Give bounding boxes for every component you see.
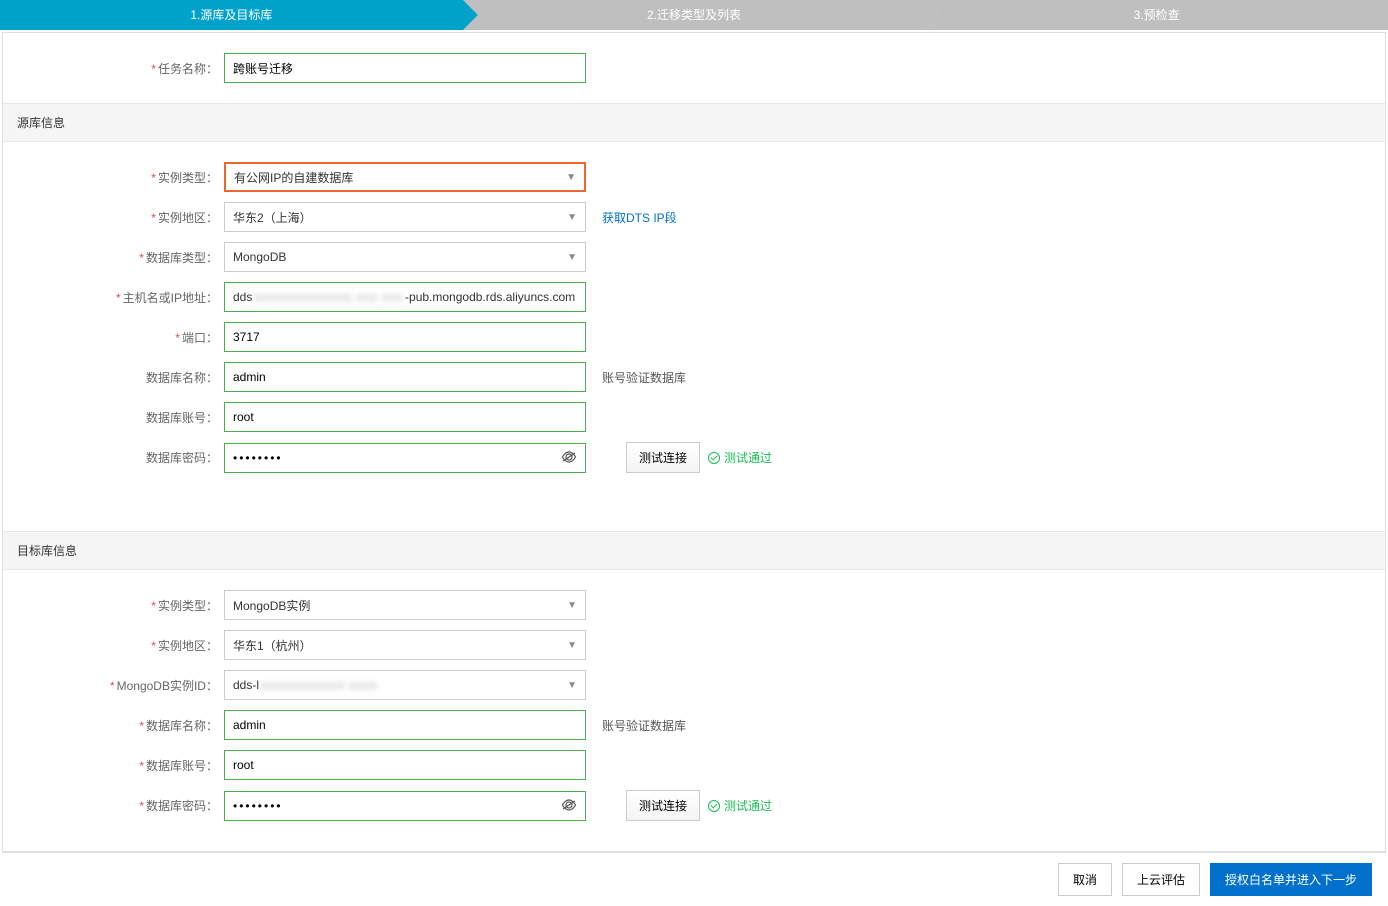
source-host-input[interactable]: dds xxxxxxxxxxxxxx xxx xxx -pub.mongodb.…: [233, 290, 575, 304]
task-name-input-wrap: [224, 53, 586, 83]
step-1-label: 1.源库及目标库: [190, 8, 272, 22]
cloud-assess-button[interactable]: 上云评估: [1122, 863, 1200, 896]
target-region-row: *实例地区： 华东1（杭州） ▼: [103, 630, 1385, 660]
target-account-input[interactable]: [233, 758, 577, 772]
source-db-type-row: *数据库类型： MongoDB ▼: [103, 242, 1385, 272]
source-port-label: *端口：: [103, 329, 218, 346]
source-body: *实例类型： 有公网IP的自建数据库 ▼ *实例地区： 华东2（上海） ▼ 获取…: [3, 142, 1385, 503]
source-account-row: 数据库账号：: [103, 402, 1385, 432]
source-region-row: *实例地区： 华东2（上海） ▼ 获取DTS IP段: [103, 202, 1385, 232]
target-instance-type-value: MongoDB实例: [233, 597, 310, 614]
check-circle-icon: [708, 800, 720, 812]
source-password-row: 数据库密码： 测试连接 测试通过: [103, 442, 1385, 473]
source-dbname-label: 数据库名称：: [103, 369, 218, 386]
target-instance-id-select[interactable]: dds-l xxxxxxxxxxxx xxxx ▼: [224, 670, 586, 700]
footer-bar: 取消 上云评估 授权白名单并进入下一步: [2, 852, 1386, 906]
next-step-button[interactable]: 授权白名单并进入下一步: [1210, 863, 1372, 896]
target-dbname-input[interactable]: [233, 718, 577, 732]
target-dbname-hint: 账号验证数据库: [602, 717, 686, 734]
target-instance-type-label: *实例类型：: [103, 597, 218, 614]
target-region-label: *实例地区：: [103, 637, 218, 654]
source-port-input-wrap: [224, 322, 586, 352]
step-2[interactable]: 2.迁移类型及列表: [463, 0, 926, 30]
source-account-input-wrap: [224, 402, 586, 432]
eye-icon[interactable]: [561, 798, 577, 814]
target-instance-type-select[interactable]: MongoDB实例 ▼: [224, 590, 586, 620]
target-instance-id-label: *MongoDB实例ID：: [103, 677, 218, 694]
source-password-input-wrap: [224, 443, 586, 473]
step-1[interactable]: 1.源库及目标库: [0, 0, 463, 30]
source-password-label: 数据库密码：: [103, 449, 218, 466]
source-dbname-row: 数据库名称： 账号验证数据库: [103, 362, 1385, 392]
get-dts-ip-link[interactable]: 获取DTS IP段: [602, 209, 677, 226]
source-dbname-hint: 账号验证数据库: [602, 369, 686, 386]
chevron-down-icon: ▼: [567, 640, 577, 651]
target-region-value: 华东1（杭州）: [233, 637, 312, 654]
target-password-label: *数据库密码：: [103, 797, 218, 814]
source-instance-type-value: 有公网IP的自建数据库: [234, 169, 353, 186]
source-dbname-input[interactable]: [233, 370, 577, 384]
chevron-down-icon: ▼: [567, 600, 577, 611]
source-account-input[interactable]: [233, 410, 577, 424]
target-instance-type-row: *实例类型： MongoDB实例 ▼: [103, 590, 1385, 620]
target-body: *实例类型： MongoDB实例 ▼ *实例地区： 华东1（杭州） ▼ *Mon…: [3, 570, 1385, 851]
source-region-value: 华东2（上海）: [233, 209, 312, 226]
step-3-label: 3.预检查: [1134, 8, 1180, 22]
chevron-down-icon: ▼: [567, 680, 577, 691]
target-password-input[interactable]: [233, 799, 561, 813]
source-db-type-value: MongoDB: [233, 250, 286, 264]
source-account-label: 数据库账号：: [103, 409, 218, 426]
target-instance-id-row: *MongoDB实例ID： dds-l xxxxxxxxxxxx xxxx ▼: [103, 670, 1385, 700]
task-name-row: *任务名称：: [3, 33, 1385, 103]
target-password-row: *数据库密码： 测试连接 测试通过: [103, 790, 1385, 821]
source-instance-type-select[interactable]: 有公网IP的自建数据库 ▼: [224, 162, 586, 192]
source-test-pass-badge: 测试通过: [708, 449, 772, 466]
cancel-button[interactable]: 取消: [1058, 863, 1112, 896]
chevron-down-icon: ▼: [567, 252, 577, 263]
chevron-down-icon: ▼: [566, 172, 576, 183]
section-spacer: [3, 503, 1385, 531]
source-host-input-wrap: dds xxxxxxxxxxxxxx xxx xxx -pub.mongodb.…: [224, 282, 586, 312]
target-dbname-row: *数据库名称： 账号验证数据库: [103, 710, 1385, 740]
target-dbname-input-wrap: [224, 710, 586, 740]
target-test-pass-badge: 测试通过: [708, 797, 772, 814]
eye-icon[interactable]: [561, 450, 577, 466]
source-password-input[interactable]: [233, 451, 561, 465]
source-port-input[interactable]: [233, 330, 577, 344]
task-name-input[interactable]: [233, 61, 577, 75]
source-instance-type-label: *实例类型：: [103, 169, 218, 186]
source-dbname-input-wrap: [224, 362, 586, 392]
target-password-input-wrap: [224, 791, 586, 821]
step-2-label: 2.迁移类型及列表: [647, 8, 741, 22]
source-instance-type-row: *实例类型： 有公网IP的自建数据库 ▼: [103, 162, 1385, 192]
source-region-label: *实例地区：: [103, 209, 218, 226]
step-bar: 1.源库及目标库 2.迁移类型及列表 3.预检查: [0, 0, 1388, 30]
source-host-row: *主机名或IP地址： dds xxxxxxxxxxxxxx xxx xxx -p…: [103, 282, 1385, 312]
target-instance-id-value: dds-l xxxxxxxxxxxx xxxx: [233, 678, 377, 692]
target-account-label: *数据库账号：: [103, 757, 218, 774]
target-dbname-label: *数据库名称：: [103, 717, 218, 734]
content-area: *任务名称： 源库信息 *实例类型： 有公网IP的自建数据库 ▼ *实例地区： …: [2, 32, 1386, 852]
source-region-select[interactable]: 华东2（上海） ▼: [224, 202, 586, 232]
step-3[interactable]: 3.预检查: [925, 0, 1388, 30]
source-db-type-select[interactable]: MongoDB ▼: [224, 242, 586, 272]
check-circle-icon: [708, 452, 720, 464]
source-port-row: *端口：: [103, 322, 1385, 352]
target-header: 目标库信息: [3, 531, 1385, 570]
source-host-label: *主机名或IP地址：: [103, 289, 218, 306]
source-test-connection-button[interactable]: 测试连接: [626, 442, 700, 473]
chevron-down-icon: ▼: [567, 212, 577, 223]
source-db-type-label: *数据库类型：: [103, 249, 218, 266]
source-header: 源库信息: [3, 103, 1385, 142]
target-account-row: *数据库账号：: [103, 750, 1385, 780]
task-name-label: *任务名称：: [118, 60, 218, 77]
target-region-select[interactable]: 华东1（杭州） ▼: [224, 630, 586, 660]
target-test-connection-button[interactable]: 测试连接: [626, 790, 700, 821]
target-account-input-wrap: [224, 750, 586, 780]
